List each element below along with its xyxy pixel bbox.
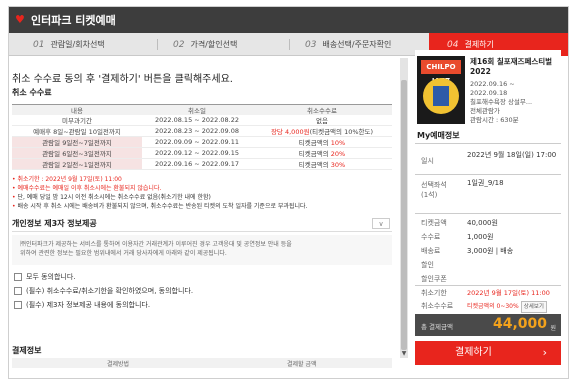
divider — [415, 174, 561, 175]
note-text: 예매수수료는 예매일 이후 취소시에는 환불되지 않습니다. — [17, 185, 162, 192]
chevron-right-icon: › — [542, 346, 547, 359]
table-row: 예매후 8일~관람일 10일전까지 2022.08.23 ~ 2022.09.0… — [12, 125, 392, 137]
checkbox-icon — [14, 273, 22, 281]
main-panel: 취소 수수료 동의 후 '결제하기' 버튼을 클릭해주세요. 취소 수수료 내용… — [12, 58, 399, 368]
booking-summary-sidebar: CHILPO JAZZ 제16회 칠포재즈페스티벌2022 2022.09.16… — [415, 50, 561, 373]
payment-table-header: 결제방법 결제할 금액 — [12, 358, 392, 368]
cancel-notes: • 취소기한 : 2022년 9월 17일(토) 11:00 • 예매수수료는 … — [12, 176, 308, 210]
scroll-down-icon[interactable]: ▼ — [400, 350, 408, 358]
agree-third-party-checkbox[interactable]: (필수) 제3자 정보제공 내용에 동의합니다. — [14, 300, 150, 310]
step-select-date[interactable]: 01 관람일/회차선택 — [33, 33, 105, 56]
page-headline: 취소 수수료 동의 후 '결제하기' 버튼을 클릭해주세요. — [12, 74, 233, 85]
table-header: 취소일 — [142, 104, 252, 115]
note-text: 배송 시작 후 취소 시에는 배송비가 환불되지 않으며, 취소수수료는 반송된… — [17, 203, 308, 210]
step-divider — [157, 39, 158, 50]
show-info: 2022.09.16 ~ 2022.09.18 칠포해수욕장 상설무... 전체… — [470, 80, 533, 124]
chevron-down-icon[interactable]: ∨ — [372, 218, 390, 229]
app-title: 인터파크 티켓예매 — [31, 14, 116, 27]
table-row: 관람일 9일전~7일전까지 2022.09.09 ~ 2022.09.11 티켓… — [12, 136, 392, 148]
table-row: 미부과기간 2022.08.15 ~ 2022.08.22 없음 — [12, 115, 392, 126]
checkbox-icon — [14, 301, 22, 309]
step-select-price[interactable]: 02 가격/할인선택 — [173, 33, 237, 56]
checkbox-icon — [14, 287, 22, 295]
my-booking-title: My예매정보 — [417, 131, 460, 140]
divider — [415, 213, 561, 214]
table-header: 취소수수료 — [252, 104, 392, 115]
cancel-fee-table: 내용 취소일 취소수수료 미부과기간 2022.08.15 ~ 2022.08.… — [12, 104, 392, 170]
step-divider — [289, 39, 290, 50]
interpark-logo-icon: ♥ — [15, 13, 25, 26]
table-row: 관람일 2일전~1일전까지 2022.09.16 ~ 2022.09.17 티켓… — [12, 158, 392, 170]
cancel-deadline-note: 취소기한 : 2022년 9월 17일(토) 11:00 — [17, 176, 122, 183]
total-value: 44,000 — [492, 316, 547, 332]
pay-button[interactable]: 결제하기 › — [415, 341, 561, 365]
privacy-text-box[interactable]: ㈜인터파크가 제공하는 서비스를 통하여 이용자간 거래관계가 이루어진 경우 … — [12, 235, 392, 265]
divider — [415, 143, 561, 144]
total-unit: 원 — [550, 325, 556, 332]
agree-all-checkbox[interactable]: 모두 동의합니다. — [14, 272, 76, 282]
step-delivery[interactable]: 03 배송선택/주문자확인 — [305, 33, 391, 56]
table-header: 내용 — [12, 104, 142, 115]
scrollbar-thumb[interactable] — [401, 80, 407, 350]
show-title: 제16회 칠포재즈페스티벌2022 — [470, 57, 553, 76]
privacy-section-title: 개인정보 제3자 정보제공 — [12, 219, 97, 228]
event-poster: CHILPO JAZZ — [417, 56, 465, 124]
total-amount-box: 총 결제금액 44,000 원 — [415, 314, 561, 336]
agree-cancel-fee-checkbox[interactable]: (필수) 취소수수료/취소기한을 확인하였으며, 동의합니다. — [14, 286, 193, 296]
note-text: 단, 예매 당일 밤 12시 이전 취소시에는 취소수수료 없음(취소기한 내에… — [17, 194, 211, 201]
top-bar: ♥ 인터파크 티켓예매 — [9, 7, 568, 33]
table-row: 관람일 6일전~3일전까지 2022.09.12 ~ 2022.09.15 티켓… — [12, 147, 392, 159]
detail-view-button[interactable]: 상세보기 — [520, 301, 547, 313]
fee-section-title: 취소 수수료 — [12, 88, 52, 97]
divider — [415, 285, 561, 286]
privacy-section-header: 개인정보 제3자 정보제공 ∨ — [12, 218, 392, 232]
total-label: 총 결제금액 — [421, 323, 453, 331]
